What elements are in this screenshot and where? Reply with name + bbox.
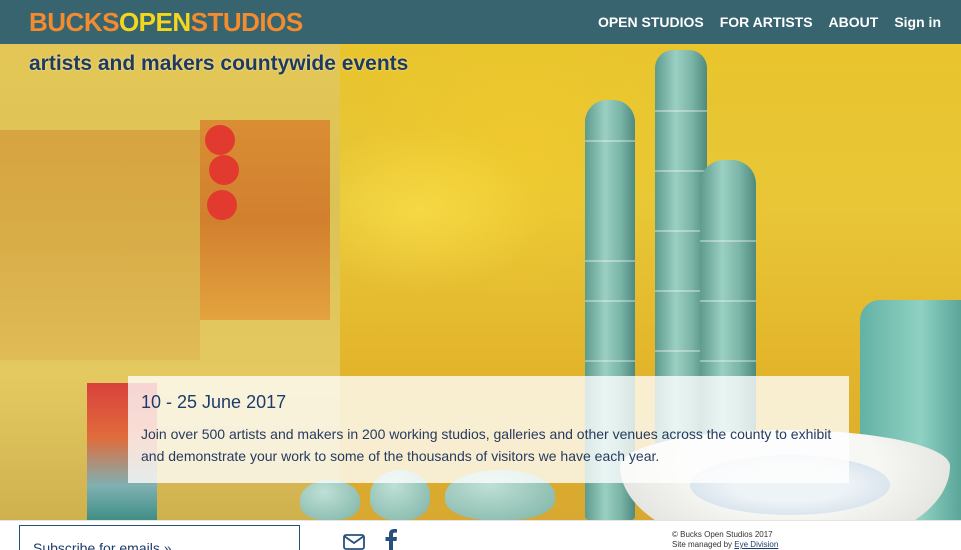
hero-tagline: artists and makers countywide events: [29, 52, 409, 75]
event-info-box: 10 - 25 June 2017 Join over 500 artists …: [128, 376, 849, 483]
site-logo[interactable]: BUCKSOPENSTUDIOS: [29, 7, 303, 38]
footer-credits: © Bucks Open Studios 2017 Site managed b…: [672, 530, 778, 550]
event-dates: 10 - 25 June 2017: [141, 392, 287, 412]
mail-icon[interactable]: [343, 534, 365, 550]
logo-part: OPEN: [118, 6, 191, 37]
top-navigation-bar: BUCKSOPENSTUDIOS OPEN STUDIOS FOR ARTIST…: [0, 0, 961, 44]
facebook-icon[interactable]: [384, 529, 398, 550]
managed-by-label: Site managed by: [672, 540, 733, 549]
subscribe-button[interactable]: Subscribe for emails »: [19, 525, 300, 550]
logo-part: STUDIOS: [190, 6, 304, 37]
main-nav: OPEN STUDIOS FOR ARTISTS ABOUT Sign in: [598, 14, 941, 30]
managed-by-text: Site managed by Eye Division: [672, 540, 778, 550]
footer: Subscribe for emails » © Bucks Open Stud…: [0, 520, 961, 550]
painting-dot: [209, 155, 239, 185]
nav-about[interactable]: ABOUT: [829, 14, 879, 30]
ceramic-piece: [300, 480, 360, 520]
painting-shape: [0, 130, 200, 360]
eye-division-link[interactable]: Eye Division: [734, 540, 778, 549]
painting-dot: [205, 125, 235, 155]
painting-dot: [207, 190, 237, 220]
nav-sign-in[interactable]: Sign in: [894, 14, 941, 30]
nav-open-studios[interactable]: OPEN STUDIOS: [598, 14, 704, 30]
copyright-text: © Bucks Open Studios 2017: [672, 530, 773, 539]
event-description: Join over 500 artists and makers in 200 …: [141, 426, 832, 464]
nav-for-artists[interactable]: FOR ARTISTS: [720, 14, 813, 30]
logo-part: BUCKS: [29, 6, 119, 37]
